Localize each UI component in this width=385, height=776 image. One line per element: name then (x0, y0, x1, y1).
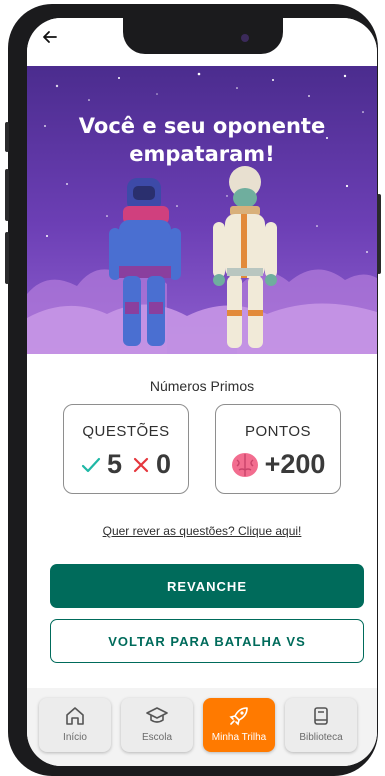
nav-item-label: Biblioteca (299, 732, 343, 743)
astronaut-avatar-player (109, 178, 181, 346)
nav-item-escola[interactable]: Escola (121, 698, 193, 752)
points-card: PONTOS +200 (215, 404, 341, 494)
nav-item-biblioteca[interactable]: Biblioteca (285, 698, 357, 752)
check-icon (81, 457, 101, 472)
correct-count: 5 (106, 449, 122, 479)
nav-item-label: Escola (141, 732, 172, 743)
mute-switch (5, 122, 9, 152)
points-value: +200 (264, 449, 326, 479)
nav-item-label: Minha Trilha (211, 732, 267, 743)
nav-item-inicio[interactable]: Início (39, 698, 111, 752)
power-button (377, 194, 381, 274)
phone-frame: Você e seu oponente empataram! Números P… (5, 4, 381, 776)
quiz-subject: Números Primos (149, 378, 255, 394)
back-arrow-icon[interactable] (39, 26, 61, 48)
home-icon (66, 707, 84, 725)
back-to-battle-button[interactable]: VOLTAR PARA BATALHA VS (50, 619, 364, 663)
nav-item-minha-trilha[interactable]: Minha Trilha (203, 698, 275, 752)
brain-icon (231, 452, 258, 477)
graduation-cap-icon (146, 707, 168, 723)
result-hero: Você e seu oponente empataram! (27, 66, 377, 354)
rematch-button[interactable]: REVANCHE (50, 564, 364, 608)
review-questions-link[interactable]: Quer rever as questões? Clique aqui! (27, 524, 377, 538)
astronaut-avatar-opponent (213, 166, 277, 348)
nav-item-label: Início (63, 732, 87, 743)
camera-dot (241, 34, 249, 42)
volume-up-button (5, 169, 9, 221)
screen: Você e seu oponente empataram! Números P… (27, 18, 377, 766)
bottom-nav: Início Escola Minha Trilha Biblioteca (27, 688, 377, 766)
notch (123, 18, 283, 54)
volume-down-button (5, 232, 9, 284)
cross-icon (133, 457, 149, 472)
questions-card: QUESTÕES 5 0 (63, 404, 189, 494)
wrong-count: 0 (156, 449, 172, 479)
questions-card-title: QUESTÕES (82, 423, 170, 440)
book-icon (314, 707, 328, 725)
rocket-icon (229, 707, 248, 726)
points-card-title: PONTOS (244, 423, 312, 440)
